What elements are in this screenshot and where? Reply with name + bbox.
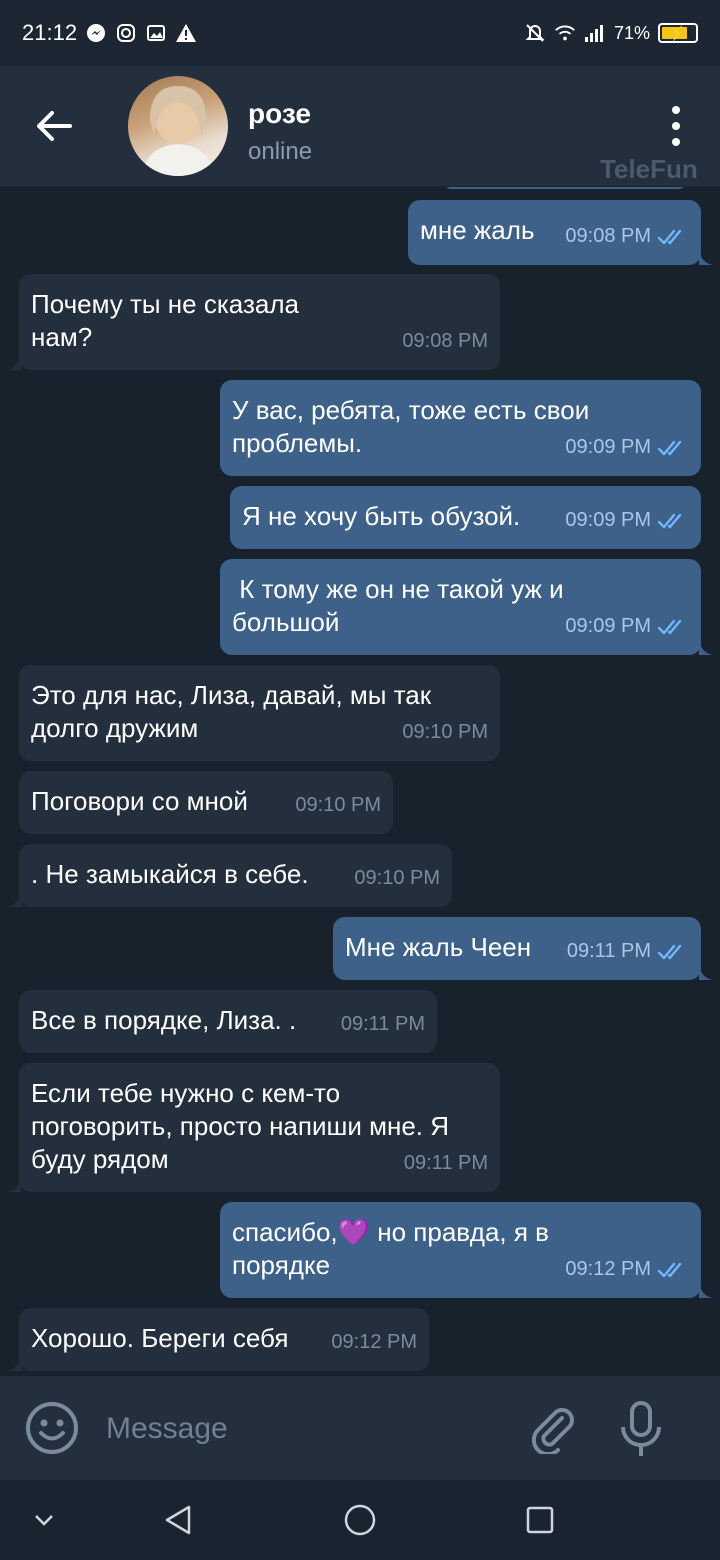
avatar[interactable] <box>128 76 228 176</box>
message-input[interactable] <box>104 1404 508 1454</box>
read-ticks-icon <box>657 229 682 244</box>
microphone-icon <box>621 1401 661 1456</box>
bubble-tail <box>7 354 21 370</box>
contact-name[interactable]: розе <box>248 98 311 130</box>
message-bubble-incoming[interactable]: Если тебе нужно с кем-то поговорить, про… <box>7 1063 500 1192</box>
mute-bell-icon <box>524 22 546 44</box>
battery-icon: ⚡ <box>658 23 698 43</box>
message-bubble-incoming[interactable]: Хорошо. Береги себя 09:12 PM <box>7 1308 429 1371</box>
message-bubble-incoming[interactable]: Все в порядке, Лиза. . 09:11 PM <box>19 990 437 1053</box>
watermark: TeleFun <box>600 154 698 184</box>
message-bubble-outgoing[interactable]: К тому же он не такой уж и большой 09:09… <box>220 559 713 655</box>
message-bubble-outgoing[interactable]: Мне жаль Чеен 09:11 PM <box>333 917 713 980</box>
system-navigation-bar <box>0 1480 720 1560</box>
message-bubble-incoming[interactable]: . Не замыкайся в себе. 09:10 PM <box>7 844 452 907</box>
paperclip-icon <box>531 1408 574 1457</box>
bubble-tail <box>699 964 713 980</box>
signal-icon <box>584 22 606 44</box>
read-ticks-icon <box>657 1262 682 1277</box>
menu-dot <box>672 106 680 114</box>
message-meta: 09:12 PM <box>565 1253 689 1286</box>
bubble-tail <box>699 249 713 265</box>
message-meta: 09:09 PM <box>565 431 689 464</box>
status-time: 21:12 <box>22 20 78 45</box>
chevron-down-icon <box>35 1515 53 1526</box>
previous-message-edge <box>442 187 688 189</box>
message-meta: 09:09 PM <box>565 610 689 643</box>
messenger-icon <box>85 22 107 44</box>
bubble-tail <box>699 1282 713 1298</box>
message-meta: 09:08 PM <box>565 220 689 253</box>
read-ticks-icon <box>657 513 682 528</box>
avatar-photo <box>142 86 214 176</box>
more-menu-button[interactable] <box>662 106 690 146</box>
message-bubble-incoming[interactable]: Почему ты не сказала нам? 09:08 PM <box>7 274 500 370</box>
message-meta: 09:08 PM <box>402 325 488 358</box>
voice-record-button[interactable] <box>618 1400 664 1458</box>
square-recents-icon <box>526 1506 554 1534</box>
bubble-tail <box>7 1355 21 1371</box>
instagram-icon <box>115 22 137 44</box>
message-meta: 09:09 PM <box>565 504 689 537</box>
message-meta: 09:10 PM <box>295 789 381 822</box>
nav-home-button[interactable] <box>340 1500 380 1540</box>
hide-keyboard-button[interactable] <box>24 1500 64 1540</box>
battery-percent: 71% <box>613 22 650 43</box>
emoji-icon <box>26 1402 78 1454</box>
read-ticks-icon <box>657 440 682 455</box>
message-meta: 09:10 PM <box>402 716 488 749</box>
message-bubble-incoming[interactable]: Поговори со мной 09:10 PM <box>19 771 393 834</box>
message-time: 09:10 PM <box>295 794 381 816</box>
status-right: 71% ⚡ <box>524 22 698 44</box>
message-bubble-outgoing[interactable]: мне жаль 09:08 PM <box>408 200 713 265</box>
bubble-tail <box>7 1176 21 1192</box>
triangle-back-icon <box>165 1505 191 1535</box>
message-meta: 09:10 PM <box>354 862 440 895</box>
message-meta: 09:11 PM <box>341 1008 425 1041</box>
chat-header: розе online TeleFun <box>0 66 720 187</box>
message-time: 09:09 PM <box>565 509 651 531</box>
gallery-icon <box>145 22 167 44</box>
message-meta: 09:11 PM <box>567 935 689 968</box>
message-meta: 09:11 PM <box>404 1147 488 1180</box>
read-ticks-icon <box>657 944 682 959</box>
message-time: 09:09 PM <box>565 436 651 458</box>
message-time: 09:08 PM <box>565 225 651 247</box>
nav-recents-button[interactable] <box>520 1500 560 1540</box>
attach-button[interactable] <box>526 1402 578 1457</box>
wifi-icon <box>554 22 576 44</box>
emoji-button[interactable] <box>24 1400 80 1456</box>
nav-back-button[interactable] <box>158 1500 198 1540</box>
menu-dot <box>672 122 680 130</box>
message-time: 09:10 PM <box>402 721 488 743</box>
status-bar: 21:12 71% ⚡ <box>0 0 720 66</box>
bubble-tail <box>699 639 713 655</box>
message-time: 09:08 PM <box>402 330 488 352</box>
message-bubble-outgoing[interactable]: У вас, ребята, тоже есть свои проблемы. … <box>220 380 701 476</box>
menu-dot <box>672 138 680 146</box>
bubble-tail <box>7 891 21 907</box>
warning-icon <box>175 22 197 44</box>
status-left: 21:12 <box>22 20 197 46</box>
contact-status: online <box>248 138 313 165</box>
message-bubble-outgoing[interactable]: спасибо,💜 но правда, я в порядке 09:12 P… <box>220 1202 713 1298</box>
message-composer <box>0 1376 720 1480</box>
message-time: 09:09 PM <box>565 615 651 637</box>
message-time: 09:11 PM <box>566 940 651 962</box>
read-ticks-icon <box>657 619 682 634</box>
message-time: 09:12 PM <box>331 1331 417 1353</box>
back-button[interactable] <box>30 106 78 146</box>
message-time: 09:11 PM <box>340 1013 425 1035</box>
message-meta: 09:12 PM <box>331 1326 417 1359</box>
back-arrow-icon <box>37 111 72 141</box>
message-bubble-incoming[interactable]: Это для нас, Лиза, давай, мы так долго д… <box>19 665 500 761</box>
circle-home-icon <box>344 1504 376 1536</box>
message-time: 09:10 PM <box>354 867 440 889</box>
message-time: 09:11 PM <box>403 1152 488 1174</box>
message-bubble-outgoing[interactable]: Я не хочу быть обузой. 09:09 PM <box>230 486 701 549</box>
message-time: 09:12 PM <box>565 1258 651 1280</box>
message-list[interactable]: мне жаль 09:08 PM Почему ты не сказала н… <box>0 187 720 1375</box>
